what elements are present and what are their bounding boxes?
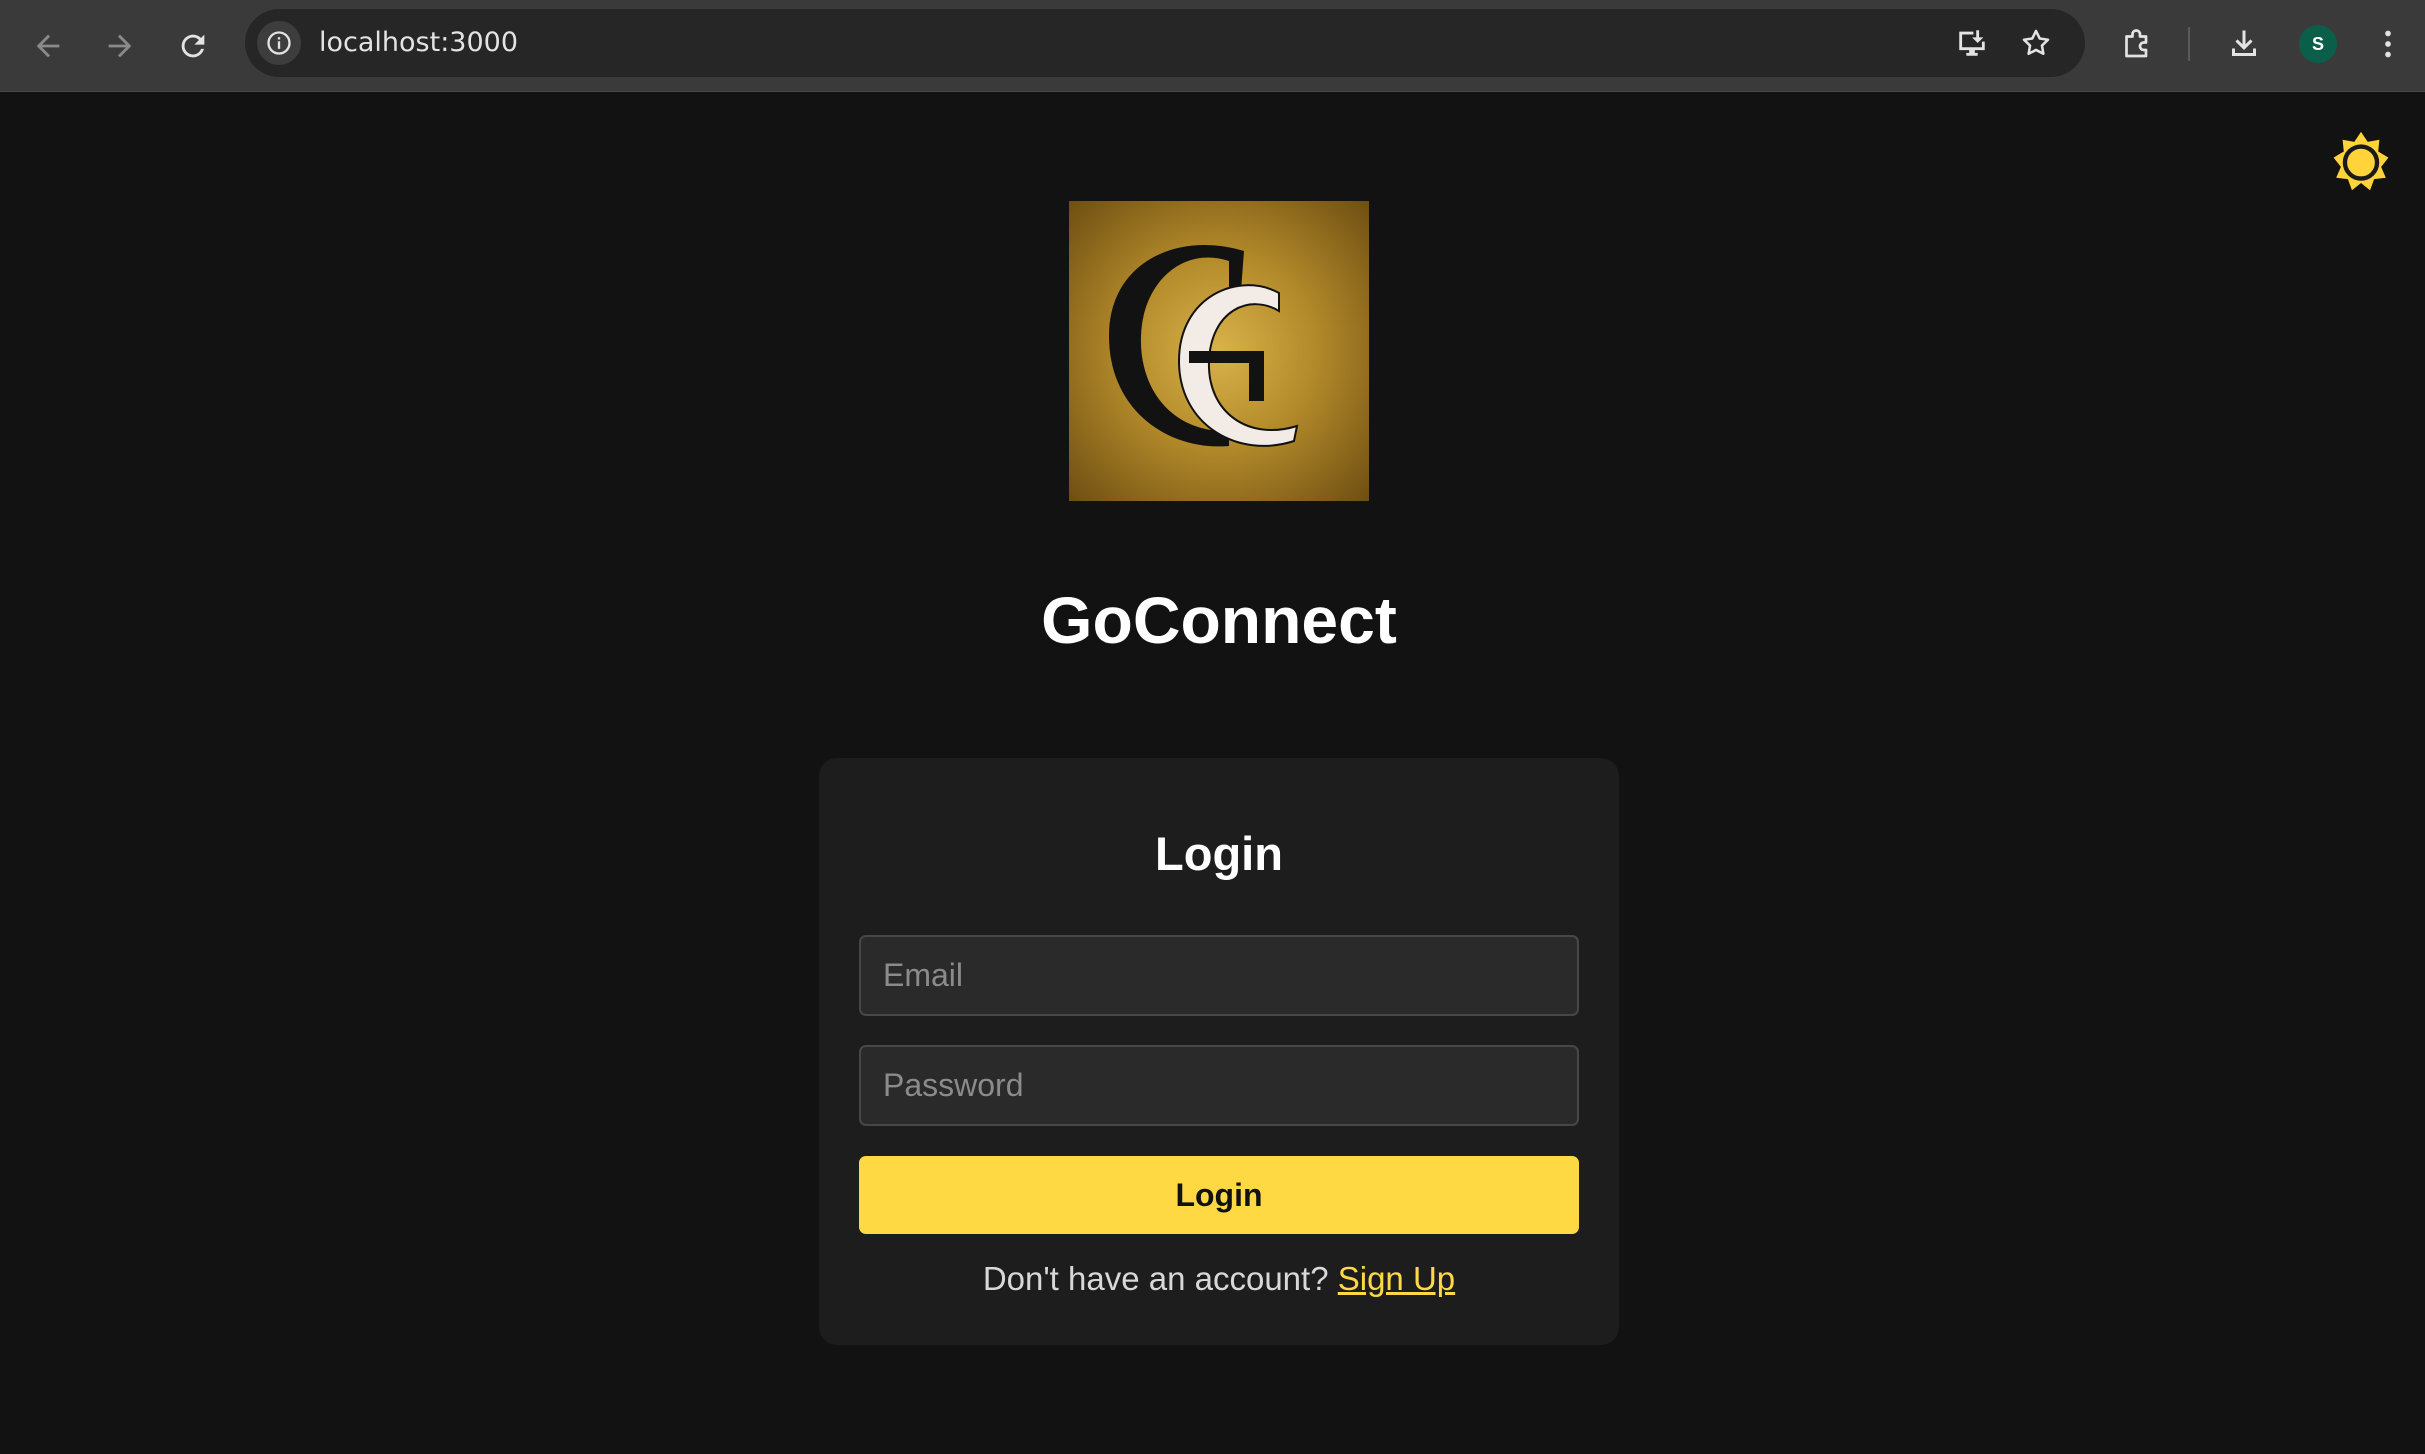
downloads-button[interactable] <box>2222 22 2266 66</box>
downloads-icon <box>2232 30 2256 56</box>
email-input[interactable] <box>859 935 1579 1016</box>
back-button[interactable] <box>22 20 74 72</box>
forward-button[interactable] <box>94 20 146 72</box>
toolbar-divider <box>2188 27 2190 61</box>
bookmark-button[interactable] <box>2016 23 2056 63</box>
forward-icon <box>108 34 132 58</box>
reload-button[interactable] <box>167 20 219 72</box>
menu-dots-icon <box>2385 30 2391 58</box>
extensions-button[interactable] <box>2115 22 2159 66</box>
browser-toolbar: localhost:3000 S <box>0 0 2425 92</box>
app-logo <box>1069 201 1369 501</box>
app-title: GoConnect <box>1041 583 1397 657</box>
install-app-icon <box>1959 30 1985 56</box>
profile-avatar[interactable]: S <box>2299 25 2337 63</box>
sun-icon <box>2333 131 2389 191</box>
login-button[interactable]: Login <box>859 1156 1579 1234</box>
theme-toggle-button[interactable] <box>2326 129 2396 199</box>
signup-prompt-row: Don't have an account? Sign Up <box>819 1260 1619 1298</box>
gc-monogram-logo <box>1109 244 1299 447</box>
address-bar[interactable]: localhost:3000 <box>245 9 2085 77</box>
site-info-button[interactable] <box>257 21 301 65</box>
password-input[interactable] <box>859 1045 1579 1126</box>
install-app-button[interactable] <box>1952 23 1992 63</box>
back-icon <box>36 34 60 58</box>
bookmark-star-icon <box>2022 29 2050 56</box>
site-info-icon <box>267 31 291 55</box>
login-card: Login Login Don't have an account? Sign … <box>819 758 1619 1345</box>
browser-menu-button[interactable] <box>2366 22 2410 66</box>
url-text[interactable]: localhost:3000 <box>319 9 518 77</box>
signup-link[interactable]: Sign Up <box>1338 1260 1455 1297</box>
login-title: Login <box>1155 827 1283 880</box>
reload-icon <box>181 34 205 58</box>
signup-prompt-text: Don't have an account? <box>982 1260 1338 1297</box>
extensions-icon <box>2125 29 2148 58</box>
